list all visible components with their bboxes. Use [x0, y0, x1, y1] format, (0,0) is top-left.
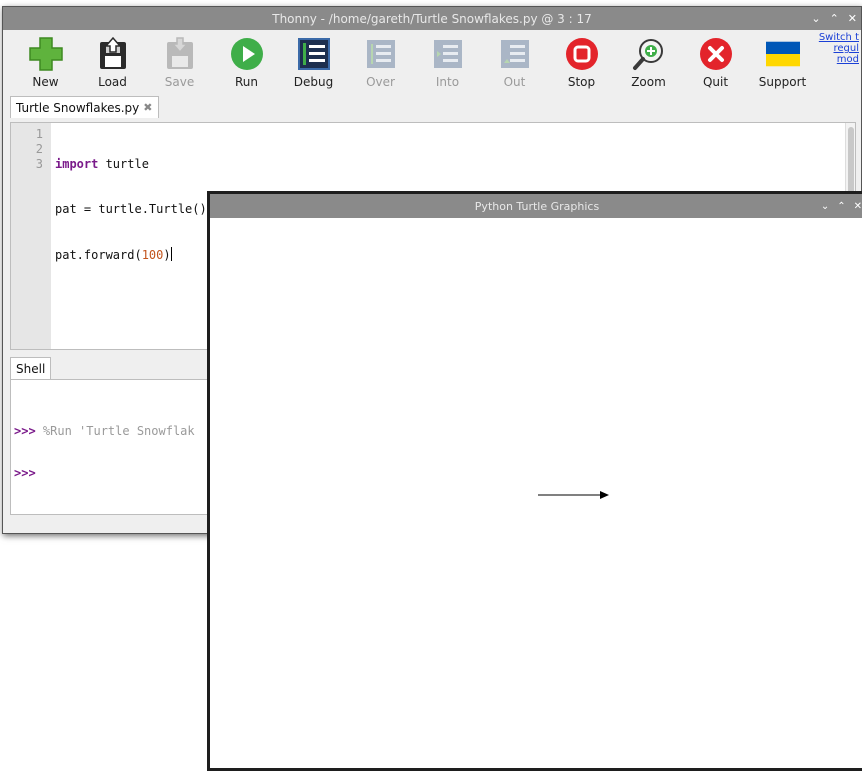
- run-label: Run: [234, 75, 258, 89]
- code-line: import turtle: [55, 157, 149, 171]
- load-label: Load: [98, 75, 127, 89]
- run-button[interactable]: Run: [213, 30, 280, 89]
- turtle-canvas[interactable]: [210, 218, 862, 768]
- new-button[interactable]: New: [12, 30, 79, 89]
- turtle-drawing: [538, 491, 609, 499]
- load-icon: [96, 37, 130, 71]
- quit-label: Quit: [702, 75, 729, 89]
- line-number-gutter: 1 2 3: [11, 123, 51, 349]
- maximize-icon[interactable]: ⌃: [830, 12, 839, 25]
- zoom-icon: [632, 37, 666, 71]
- shell-prompt: >>>: [14, 424, 36, 438]
- tab-shell[interactable]: Shell: [10, 357, 52, 379]
- step-into-button[interactable]: Into: [414, 30, 481, 89]
- step-over-label: Over: [366, 75, 395, 89]
- step-out-button[interactable]: Out: [481, 30, 548, 89]
- tab-label: Turtle Snowflakes.py: [16, 100, 140, 115]
- minimize-icon[interactable]: ⌄: [811, 12, 820, 25]
- zoom-button[interactable]: Zoom: [615, 30, 682, 89]
- run-icon: [230, 37, 264, 71]
- debug-icon: [297, 37, 331, 71]
- window-title: Thonny - /home/gareth/Turtle Snowflakes.…: [272, 11, 592, 26]
- close-icon[interactable]: ✕: [854, 201, 862, 212]
- support-label: Support: [758, 75, 807, 89]
- save-button[interactable]: Save: [146, 30, 213, 89]
- stop-button[interactable]: Stop: [548, 30, 615, 89]
- load-button[interactable]: Load: [79, 30, 146, 89]
- toolbar: New Load Save Run Debug Over Into Out St…: [3, 30, 861, 94]
- turtle-graphics-window: Python Turtle Graphics ⌄ ⌃ ✕: [207, 191, 862, 771]
- keyword: import: [55, 157, 99, 171]
- step-over-icon: [364, 37, 398, 71]
- new-icon: [28, 37, 63, 71]
- zoom-label: Zoom: [631, 75, 666, 89]
- step-out-label: Out: [503, 75, 526, 89]
- turtle-window-controls: ⌄ ⌃ ✕: [821, 194, 862, 218]
- close-icon[interactable]: ✕: [848, 12, 857, 25]
- support-button[interactable]: Support: [749, 30, 816, 89]
- number-literal: 100: [141, 248, 164, 262]
- quit-button[interactable]: Quit: [682, 30, 749, 89]
- stop-label: Stop: [567, 75, 596, 89]
- window-controls: ⌄ ⌃ ✕: [811, 7, 857, 30]
- new-label: New: [32, 75, 59, 89]
- step-into-icon: [431, 37, 465, 71]
- tab-close-icon[interactable]: ✖: [143, 101, 152, 114]
- editor-tabbar: Turtle Snowflakes.py ✖: [3, 94, 861, 118]
- shell-run-command: %Run 'Turtle Snowflak: [35, 424, 195, 438]
- stop-icon: [565, 37, 599, 71]
- turtle-window-title: Python Turtle Graphics: [474, 199, 600, 213]
- thonny-titlebar[interactable]: Thonny - /home/gareth/Turtle Snowflakes.…: [3, 7, 861, 30]
- turtle-arrow-icon: [600, 491, 609, 499]
- switch-mode-link[interactable]: Switch t regul mod: [817, 32, 859, 65]
- step-into-label: Into: [435, 75, 460, 89]
- text-cursor: [170, 247, 172, 261]
- shell-tabbar: Shell: [10, 355, 52, 379]
- quit-icon: [699, 37, 733, 71]
- save-icon: [163, 37, 197, 71]
- shell-prompt: >>>: [14, 466, 36, 480]
- minimize-icon[interactable]: ⌄: [821, 201, 829, 212]
- turtle-titlebar[interactable]: Python Turtle Graphics ⌄ ⌃ ✕: [210, 191, 862, 218]
- ukraine-flag-icon: [765, 37, 800, 71]
- step-over-button[interactable]: Over: [347, 30, 414, 89]
- save-label: Save: [164, 75, 195, 89]
- maximize-icon[interactable]: ⌃: [837, 201, 845, 212]
- debug-button[interactable]: Debug: [280, 30, 347, 89]
- step-out-icon: [498, 37, 532, 71]
- debug-label: Debug: [293, 75, 334, 89]
- tab-turtle-snowflakes[interactable]: Turtle Snowflakes.py ✖: [10, 96, 160, 118]
